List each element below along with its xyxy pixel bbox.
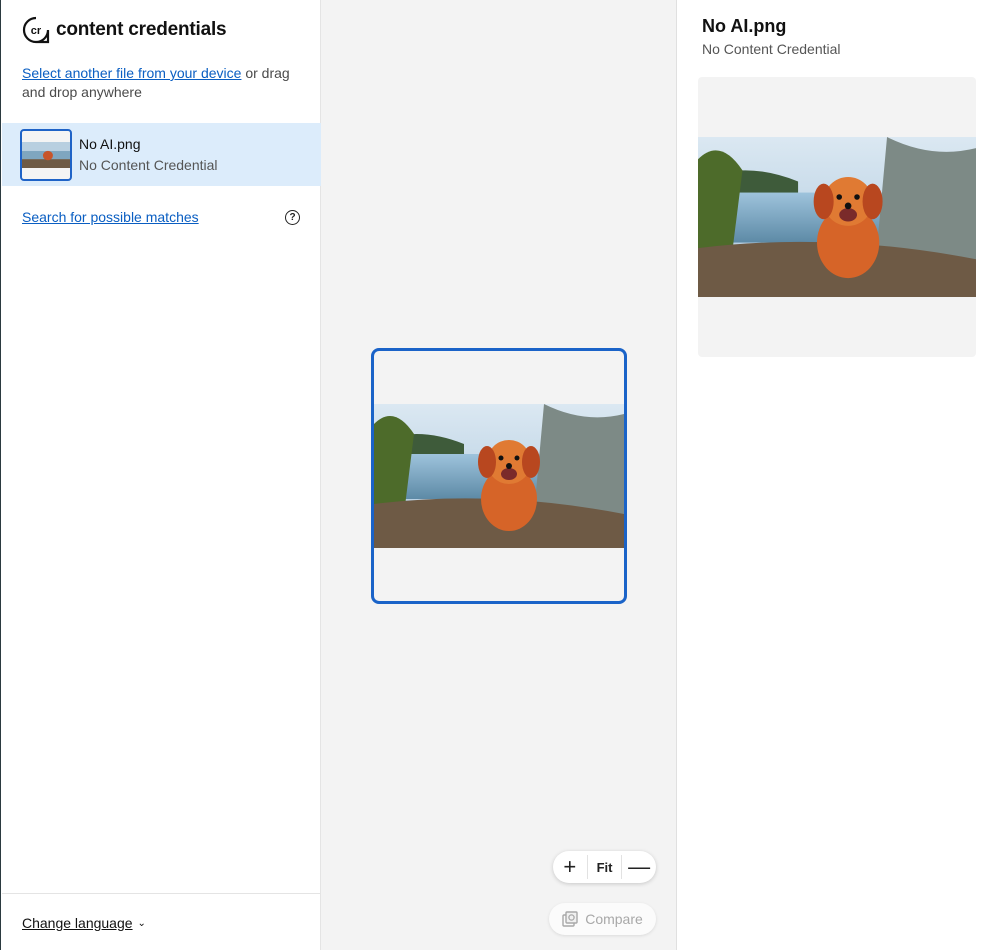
search-matches-link[interactable]: Search for possible matches <box>22 209 199 225</box>
file-credential-status: No Content Credential <box>79 157 218 173</box>
dog-photo-large-image <box>698 137 976 297</box>
zoom-controls: + Fit — <box>553 851 656 883</box>
details-title: No AI.png <box>702 16 787 36</box>
compare-button[interactable]: Compare <box>549 903 656 935</box>
brand-name: content credentials <box>56 19 227 40</box>
zoom-fit-button[interactable]: Fit <box>586 855 623 879</box>
compare-label: Compare <box>585 911 643 927</box>
dog-photo-thumbnail-icon <box>22 141 70 168</box>
chevron-down-icon: ⌄ <box>137 917 146 929</box>
selected-image-preview[interactable] <box>371 348 627 604</box>
zoom-in-button[interactable]: + <box>553 851 587 883</box>
image-canvas: + Fit — Compare <box>321 0 677 950</box>
change-language-button[interactable]: Change language ⌄ <box>22 915 146 931</box>
file-name: No AI.png <box>79 136 141 152</box>
change-language-label: Change language <box>22 915 133 931</box>
details-image <box>698 77 976 357</box>
svg-text:cr: cr <box>31 25 42 37</box>
details-subtitle: No Content Credential <box>702 41 841 57</box>
search-matches-row: Search for possible matches ? <box>22 207 302 227</box>
file-thumbnail <box>20 128 72 181</box>
brand[interactable]: cr content credentials <box>22 16 227 44</box>
sidebar: cr content credentials Select another fi… <box>2 0 321 950</box>
file-meta: No AI.png No Content Credential <box>79 134 218 175</box>
zoom-out-button[interactable]: — <box>622 851 656 883</box>
file-list-item[interactable]: No AI.png No Content Credential <box>2 123 321 186</box>
details-panel: No AI.png No Content Credential <box>678 0 996 950</box>
content-credentials-logo-icon: cr <box>22 16 50 44</box>
upload-instructions: Select another file from your device or … <box>22 64 307 102</box>
sidebar-footer: Change language ⌄ <box>2 893 321 950</box>
dog-photo-image <box>374 404 624 548</box>
select-file-link[interactable]: Select another file from your device <box>22 65 241 81</box>
app-window: cr content credentials Select another fi… <box>0 0 996 950</box>
help-icon[interactable]: ? <box>285 209 300 225</box>
compare-icon <box>562 911 578 927</box>
